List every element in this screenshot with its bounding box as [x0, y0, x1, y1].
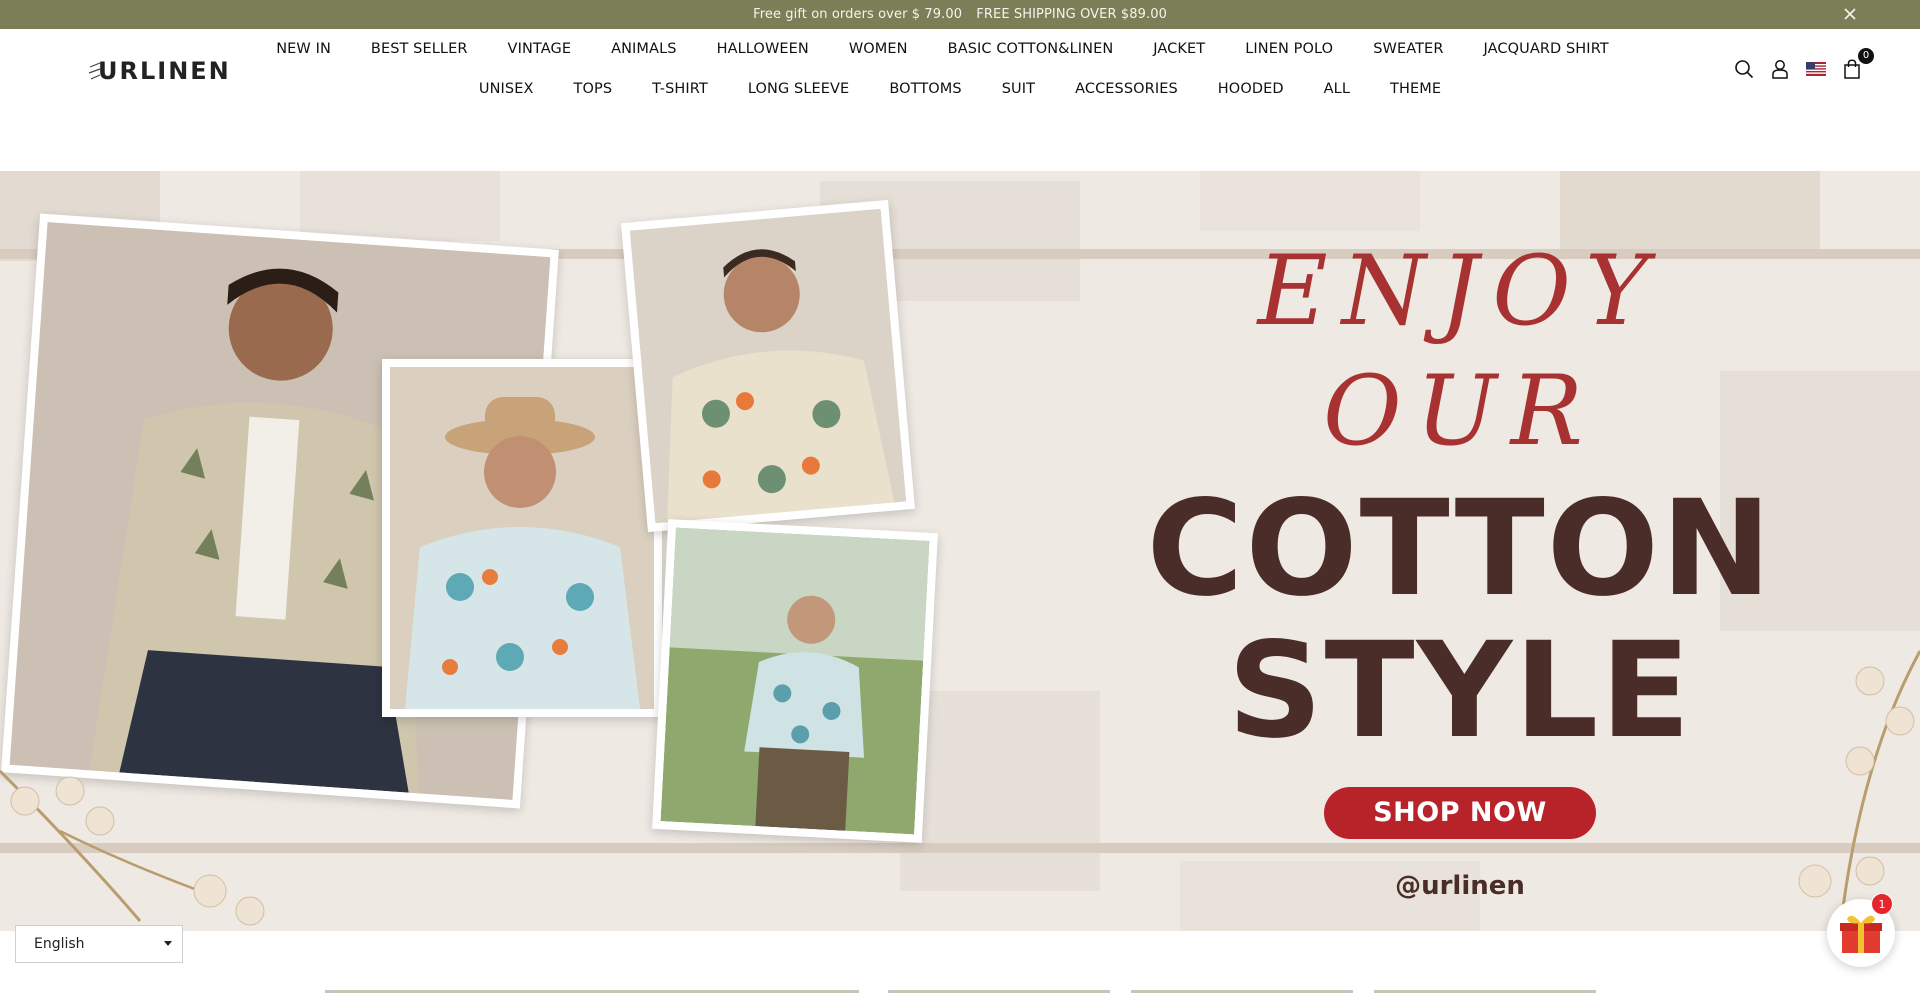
nav-new-in[interactable]: NEW IN — [276, 41, 331, 57]
nav-basic-cotton-linen[interactable]: BASIC COTTON&LINEN — [948, 41, 1114, 57]
hero-banner[interactable]: ENJOY OUR COTTON STYLE SHOP NOW @urlinen — [0, 171, 1920, 931]
nav-women[interactable]: WOMEN — [849, 41, 908, 57]
hero-photo-3 — [621, 199, 915, 533]
search-icon[interactable] — [1726, 55, 1762, 83]
shop-now-button[interactable]: SHOP NOW — [1324, 787, 1596, 839]
header-tools: 0 — [1726, 48, 1874, 83]
nav-unisex[interactable]: UNISEX — [479, 81, 534, 97]
nav-t-shirt[interactable]: T-SHIRT — [652, 81, 708, 97]
language-selector-value: English — [34, 936, 85, 952]
man-outdoor-shirt-image — [660, 527, 930, 835]
nav-bottoms[interactable]: BOTTOMS — [889, 81, 961, 97]
main-nav-row-1: NEW IN BEST SELLER VINTAGE ANIMALS HALLO… — [0, 41, 1920, 57]
nav-jacquard-shirt[interactable]: JACQUARD SHIRT — [1484, 41, 1609, 57]
nav-all[interactable]: ALL — [1324, 81, 1350, 97]
nav-best-seller[interactable]: BEST SELLER — [371, 41, 468, 57]
site-header: URLINEN NEW IN BEST SELLER VINTAGE ANIMA… — [0, 29, 1920, 169]
account-icon[interactable] — [1762, 55, 1798, 83]
cotton-branch-left — [0, 769, 265, 926]
nav-halloween[interactable]: HALLOWEEN — [717, 41, 809, 57]
nav-long-sleeve[interactable]: LONG SLEEVE — [748, 81, 849, 97]
hero-photo-2 — [382, 359, 662, 717]
nav-suit[interactable]: SUIT — [1002, 81, 1035, 97]
us-flag-icon[interactable] — [1798, 55, 1834, 83]
nav-accessories[interactable]: ACCESSORIES — [1075, 81, 1178, 97]
nav-hooded[interactable]: HOODED — [1218, 81, 1284, 97]
hero-social-handle: @urlinen — [1395, 871, 1525, 901]
announcement-bar: Free gift on orders over $ 79.00 FREE SH… — [0, 0, 1920, 29]
nav-jacket[interactable]: JACKET — [1153, 41, 1205, 57]
cart-count-badge: 0 — [1858, 48, 1874, 64]
man-hat-shirt-image — [390, 367, 654, 709]
hero-headline-style: STYLE — [1227, 614, 1693, 768]
main-nav-row-2: UNISEX TOPS T-SHIRT LONG SLEEVE BOTTOMS … — [0, 81, 1920, 97]
cart-icon[interactable]: 0 — [1834, 48, 1874, 83]
hero-headline-cotton: COTTON — [1146, 472, 1774, 626]
nav-sweater[interactable]: SWEATER — [1373, 41, 1443, 57]
hero-photo-4 — [652, 519, 938, 843]
nav-theme[interactable]: THEME — [1390, 81, 1441, 97]
nav-tops[interactable]: TOPS — [574, 81, 613, 97]
close-icon[interactable] — [1842, 6, 1858, 22]
announcement-free-gift: Free gift on orders over $ 79.00 — [753, 7, 963, 22]
announcement-text: Free gift on orders over $ 79.00 FREE SH… — [0, 7, 1920, 22]
man-floral-shirt-image — [629, 208, 907, 524]
language-selector[interactable]: English — [15, 925, 183, 963]
nav-linen-polo[interactable]: LINEN POLO — [1245, 41, 1333, 57]
hero-copy: ENJOY OUR COTTON STYLE SHOP NOW @urlinen — [1120, 231, 1800, 901]
nav-animals[interactable]: ANIMALS — [611, 41, 676, 57]
nav-vintage[interactable]: VINTAGE — [508, 41, 572, 57]
caret-down-icon — [164, 941, 172, 946]
gift-count-badge: 1 — [1871, 893, 1893, 915]
announcement-free-shipping: FREE SHIPPING OVER $89.00 — [976, 7, 1167, 22]
hero-script-headline: ENJOY OUR — [1257, 235, 1663, 467]
